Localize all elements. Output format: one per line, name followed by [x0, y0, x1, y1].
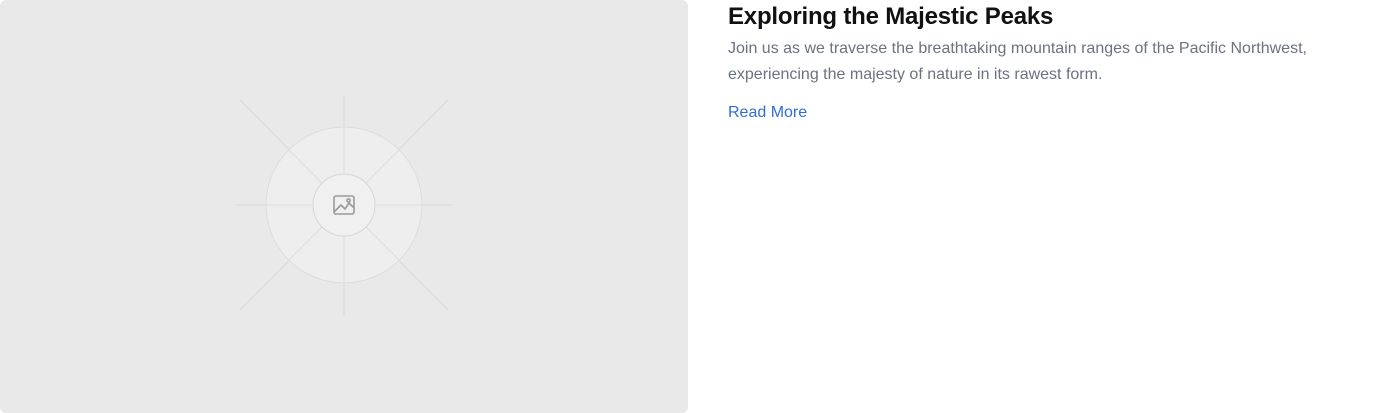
post-card: Exploring the Majestic Peaks Join us as …	[0, 0, 1376, 413]
post-title: Exploring the Majestic Peaks	[728, 3, 1054, 30]
post-excerpt: Join us as we traverse the breathtaking …	[728, 40, 1307, 83]
post-content: Exploring the Majestic Peaks Join us as …	[728, 0, 1368, 124]
image-placeholder-graphic	[236, 95, 452, 315]
post-image-placeholder[interactable]	[0, 0, 688, 413]
read-more-link[interactable]: Read More	[728, 102, 807, 124]
